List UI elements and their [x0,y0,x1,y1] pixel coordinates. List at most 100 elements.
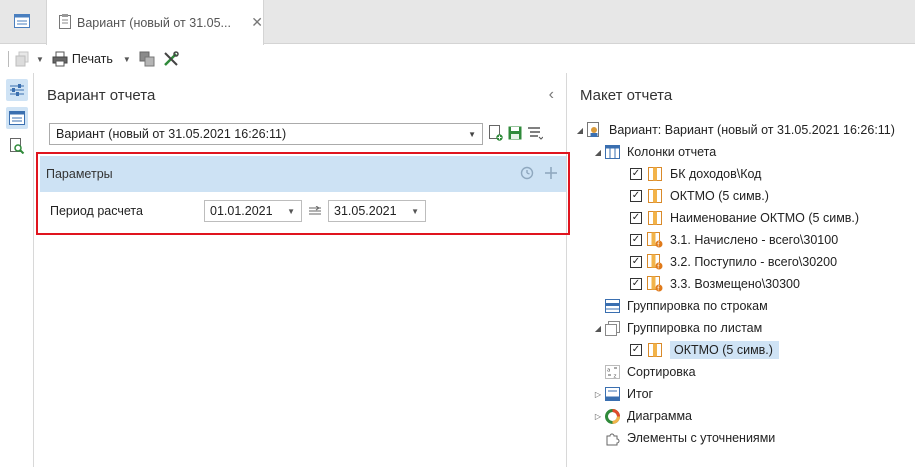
chevron-down-icon[interactable]: ▼ [411,207,419,216]
tree-node-label: БК доходов\Код [670,167,762,181]
table-columns-icon [604,144,620,160]
pie-chart-icon [604,408,620,424]
group-rows-icon [604,298,620,314]
tree-node-label: Диаграмма [627,409,693,423]
period-label: Период расчета [50,204,143,218]
puzzle-icon [604,430,620,446]
layout-panel-title: Макет отчета [580,86,673,104]
tree-node-label: Колонки отчета [627,145,717,159]
tree-node-column-4[interactable]: ✓ f 3.1. Начислено - всего\30100 [630,229,838,251]
filter-sliders-icon [10,84,24,96]
column-icon [647,166,663,182]
svg-text:z: z [613,374,616,380]
tree-node-label: Наименование ОКТМО (5 симв.) [670,211,860,225]
tree-node-label: Группировка по строкам [627,299,768,313]
tree-node-label: 3.3. Возмещено\30300 [670,277,800,291]
chevron-down-icon[interactable]: ▼ [468,130,476,139]
column-icon [647,188,663,204]
chevron-down-icon[interactable]: ▼ [36,55,44,64]
period-row: Период расчета 01.01.2021 ▼ 31.05.2021 ▼ [38,192,568,230]
date-to-field[interactable]: 31.05.2021 ▼ [328,200,426,222]
variant-select[interactable]: Вариант (новый от 31.05.2021 16:26:11) ▼ [49,123,483,145]
tree-node-column-3[interactable]: ✓ Наименование ОКТМО (5 симв.) [630,207,859,229]
chevron-down-icon[interactable]: ▼ [287,207,295,216]
window-list-icon [14,13,30,31]
tree-node-label: Элементы с уточнениями [627,431,776,445]
expanded-arrow-icon[interactable]: ◢ [574,126,586,135]
tab-title: Вариант (новый от 31.05... [77,15,231,30]
checkbox-checked[interactable]: ✓ [630,344,642,356]
tree-node-sort[interactable]: az Сортировка [604,361,696,383]
export-icon [139,51,155,67]
tab-report-variant[interactable]: Вариант (новый от 31.05... ✕ [46,0,264,45]
tools-icon [163,51,179,66]
checkbox-checked[interactable]: ✓ [630,234,642,246]
reset-history-icon[interactable] [520,166,534,183]
home-tab[interactable] [0,0,44,44]
tree-node-column-2[interactable]: ✓ ОКТМО (5 симв.) [630,185,769,207]
search-document-icon [10,138,25,154]
tree-node-column-5[interactable]: ✓ f 3.2. Поступило - всего\30200 [630,251,837,273]
add-parameter-icon[interactable] [544,166,558,183]
tree-node-sheet-1[interactable]: ✓ ОКТМО (5 симв.) [630,339,779,361]
close-tab-icon[interactable]: ✕ [251,14,263,31]
tree-node-group-rows[interactable]: Группировка по строкам [604,295,768,317]
column-icon [647,342,663,358]
export-button[interactable] [139,51,155,67]
user-report-icon [586,122,602,138]
print-label: Печать [71,52,113,66]
expanded-arrow-icon[interactable]: ◢ [592,148,604,157]
rail-layout-button[interactable] [6,107,28,129]
sort-az-icon: az [604,364,620,380]
copy-icon [15,51,29,67]
checkbox-checked[interactable]: ✓ [630,256,642,268]
period-range-icon[interactable] [302,206,328,216]
checkbox-checked[interactable]: ✓ [630,212,642,224]
variant-panel-title: Вариант отчета [47,86,156,104]
expanded-arrow-icon[interactable]: ◢ [592,324,604,333]
save-variant-icon[interactable] [508,126,522,143]
tree-node-label: ОКТМО (5 симв.) [670,341,779,359]
new-variant-icon[interactable] [489,124,503,144]
tree-node-columns[interactable]: ◢ Колонки отчета [592,141,716,163]
tree-node-label: Сортировка [627,365,696,379]
date-from-field[interactable]: 01.01.2021 ▼ [204,200,302,222]
print-button[interactable]: Печать ▼ [52,51,131,67]
collapse-panel-icon[interactable]: ‹ [549,86,554,104]
chevron-down-icon[interactable]: ▼ [123,55,131,64]
total-icon [604,386,620,402]
tree-node-label: Группировка по листам [627,321,763,335]
variant-panel: Вариант отчета ‹ Вариант (новый от 31.05… [35,73,570,467]
copy-variant-button[interactable]: ▼ [15,51,44,67]
list-options-icon[interactable] [527,126,544,143]
toolbar-grip [8,51,9,67]
tree-node-diagram[interactable]: ▷ Диаграмма [592,405,692,427]
collapsed-arrow-icon[interactable]: ▷ [592,390,604,399]
tree-node-group-sheets[interactable]: ◢ Группировка по листам [592,317,762,339]
column-icon [647,210,663,226]
parameters-title: Параметры [46,167,113,181]
collapsed-arrow-icon[interactable]: ▷ [592,412,604,421]
toolbar: ▼ Печать ▼ [0,45,915,73]
calculated-column-icon: f [647,276,663,292]
tree-node-label: 3.1. Начислено - всего\30100 [670,233,839,247]
tree-node-label: ОКТМО (5 симв.) [670,189,769,203]
checkbox-checked[interactable]: ✓ [630,168,642,180]
tree-node-label: 3.2. Поступило - всего\30200 [670,255,838,269]
tree-node-total[interactable]: ▷ Итог [592,383,653,405]
tree-node-column-1[interactable]: ✓ БК доходов\Код [630,163,761,185]
rail-preview-button[interactable] [6,135,28,157]
tree-node-elements[interactable]: Элементы с уточнениями [604,427,775,449]
checkbox-checked[interactable]: ✓ [630,278,642,290]
checkbox-checked[interactable]: ✓ [630,190,642,202]
tree-node-column-6[interactable]: ✓ f 3.3. Возмещено\30300 [630,273,800,295]
tree-node-root[interactable]: ◢ Вариант: Вариант (новый от 31.05.2021 … [574,119,895,141]
settings-button[interactable] [163,51,179,67]
layout-panel: Макет отчета ◢ Вариант: Вариант (новый о… [568,73,915,467]
date-from-value: 01.01.2021 [210,204,273,218]
rail-parameters-button[interactable] [6,79,28,101]
tab-bar: Вариант (новый от 31.05... ✕ [0,0,915,45]
left-rail [0,73,34,467]
date-to-value: 31.05.2021 [334,204,397,218]
tree-node-label: Итог [627,387,654,401]
